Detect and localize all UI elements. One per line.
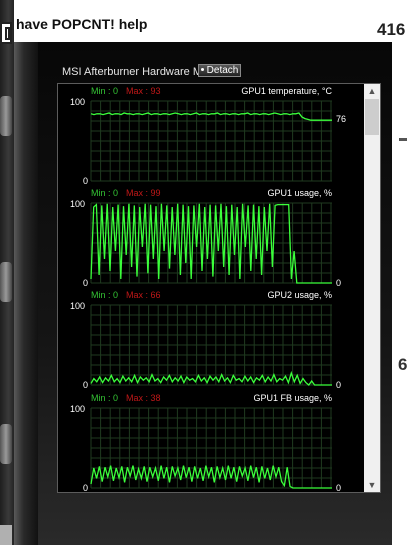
graph-2-y-max-tick: 100 [70,199,85,209]
detach-dot-icon [200,68,204,71]
graph-1-min-label: Min : 0 [91,86,118,96]
graph-3-max-label: Max : 66 [126,290,161,300]
graph-1-y-max-tick: 100 [70,97,85,107]
graph-4-y-max-tick: 100 [70,404,85,414]
page-number: 416 [377,20,406,39]
side-mark: 6 [398,355,407,374]
graph-4-series-line [90,465,332,489]
graphs-svg: Min : 0 Max : 93 GPU1 temperature, °C 100 0 7… [70,86,346,493]
graph-panel[interactable]: Min : 0 Max : 93 GPU1 temperature, °C 100 0 7… [57,83,381,493]
graph-2-y-min-tick: 0 [83,278,88,288]
scroll-down-arrow-icon[interactable]: ▼ [364,478,380,492]
graph-1-series-line [90,112,332,121]
graph-4-title: GPU1 FB usage, % [253,393,332,403]
window-tab-icon[interactable] [0,22,12,44]
knob-icon [0,96,12,136]
page-dash [399,138,407,141]
graph-2-current-value: 0 [336,278,341,288]
knob-icon [0,262,12,302]
graph-4-y-min-tick: 0 [83,483,88,493]
graph-3-y-min-tick: 0 [83,380,88,390]
graph-3-min-label: Min : 0 [91,290,118,300]
graph-1-title: GPU1 temperature, °C [241,86,332,96]
window-frame-edge [14,42,38,545]
detach-button[interactable]: Detach [198,64,241,77]
page-title: have POPCNT! help [16,16,148,32]
knob-icon [0,424,12,464]
graph-1-max-label: Max : 93 [126,86,161,96]
scroll-up-arrow-icon[interactable]: ▲ [364,84,380,98]
graph-scrollbar[interactable]: ▲ ▼ [364,84,380,492]
detach-label: Detach [206,65,239,76]
graph-2-max-label: Max : 99 [126,188,161,198]
graph-1-current-value: 76 [336,114,346,124]
graph-3-title: GPU2 usage, % [267,290,332,300]
graph-4-current-value: 0 [336,483,341,493]
scroll-thumb[interactable] [365,99,379,135]
graph-4-max-label: Max : 38 [126,393,161,403]
graph-2-min-label: Min : 0 [91,188,118,198]
graph-3-y-max-tick: 100 [70,301,85,311]
graph-1-y-min-tick: 0 [83,176,88,186]
graph-4-min-label: Min : 0 [91,393,118,403]
window-footer [0,525,12,545]
graph-3-current-value: 0 [336,380,341,390]
graph-2-title: GPU1 usage, % [267,188,332,198]
